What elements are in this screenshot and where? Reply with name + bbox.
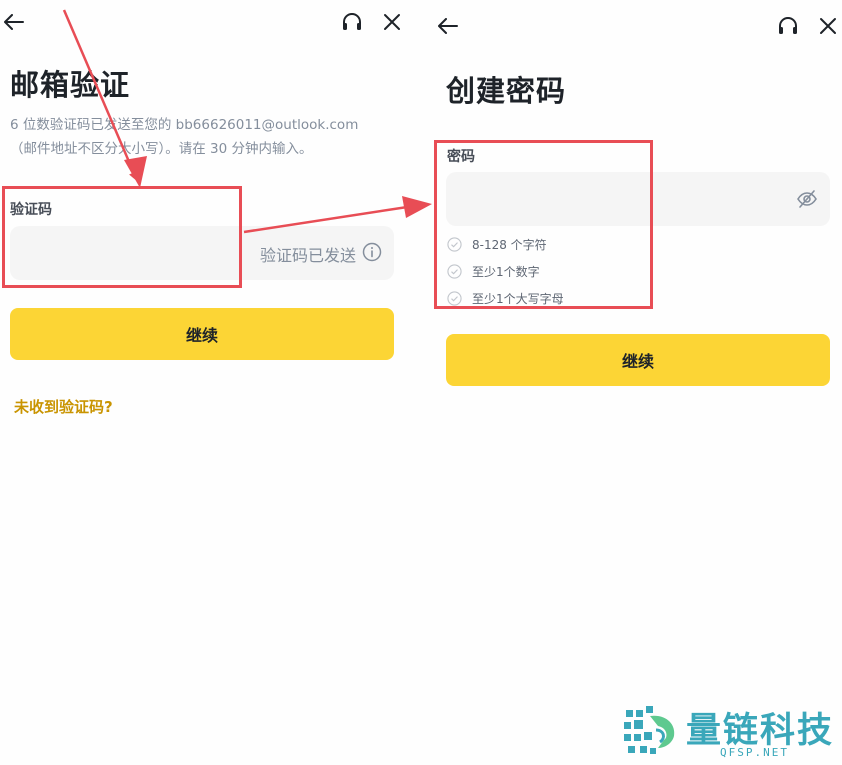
code-sent-status: 验证码已发送 bbox=[259, 246, 356, 265]
page-title: 创建密码 bbox=[446, 74, 567, 108]
headset-icon bbox=[779, 17, 797, 34]
support-button[interactable] bbox=[338, 8, 366, 36]
email-verification-screen: 邮箱验证 6 位数验证码已发送至您的 bb66626011@outlook.co… bbox=[0, 0, 420, 765]
description-line-2: （邮件地址不区分大小写）。请在 30 分钟内输入。 bbox=[10, 141, 313, 157]
create-password-screen: 创建密码 密码 8-128 个字符 至少1个数字 至少1个大写字母 继续 bbox=[430, 0, 842, 765]
headset-icon bbox=[343, 13, 361, 30]
arrow-left-icon bbox=[4, 14, 24, 30]
watermark-text-en: QFSP.NET bbox=[720, 746, 789, 759]
close-button[interactable] bbox=[378, 8, 406, 36]
continue-button[interactable]: 继续 bbox=[446, 334, 830, 386]
resend-code-link[interactable]: 未收到验证码? bbox=[14, 396, 113, 417]
close-button[interactable] bbox=[814, 12, 842, 40]
close-icon bbox=[820, 18, 836, 34]
arrow-left-icon bbox=[438, 18, 458, 34]
watermark: 量链科技 QFSP.NET bbox=[620, 702, 842, 762]
eye-off-icon[interactable] bbox=[796, 188, 818, 210]
description-line-1: 6 位数验证码已发送至您的 bb66626011@outlook.com bbox=[10, 117, 359, 133]
close-icon bbox=[384, 14, 400, 30]
continue-button[interactable]: 继续 bbox=[10, 308, 394, 360]
back-button[interactable] bbox=[434, 12, 462, 40]
watermark-logo-icon bbox=[624, 706, 675, 754]
annotation-highlight-box bbox=[2, 186, 242, 288]
verification-description: 6 位数验证码已发送至您的 bb66626011@outlook.com （邮件… bbox=[10, 113, 410, 161]
support-button[interactable] bbox=[774, 12, 802, 40]
info-icon[interactable] bbox=[362, 242, 382, 262]
page-title: 邮箱验证 bbox=[10, 68, 131, 102]
back-button[interactable] bbox=[0, 8, 28, 36]
annotation-highlight-box bbox=[434, 140, 653, 309]
